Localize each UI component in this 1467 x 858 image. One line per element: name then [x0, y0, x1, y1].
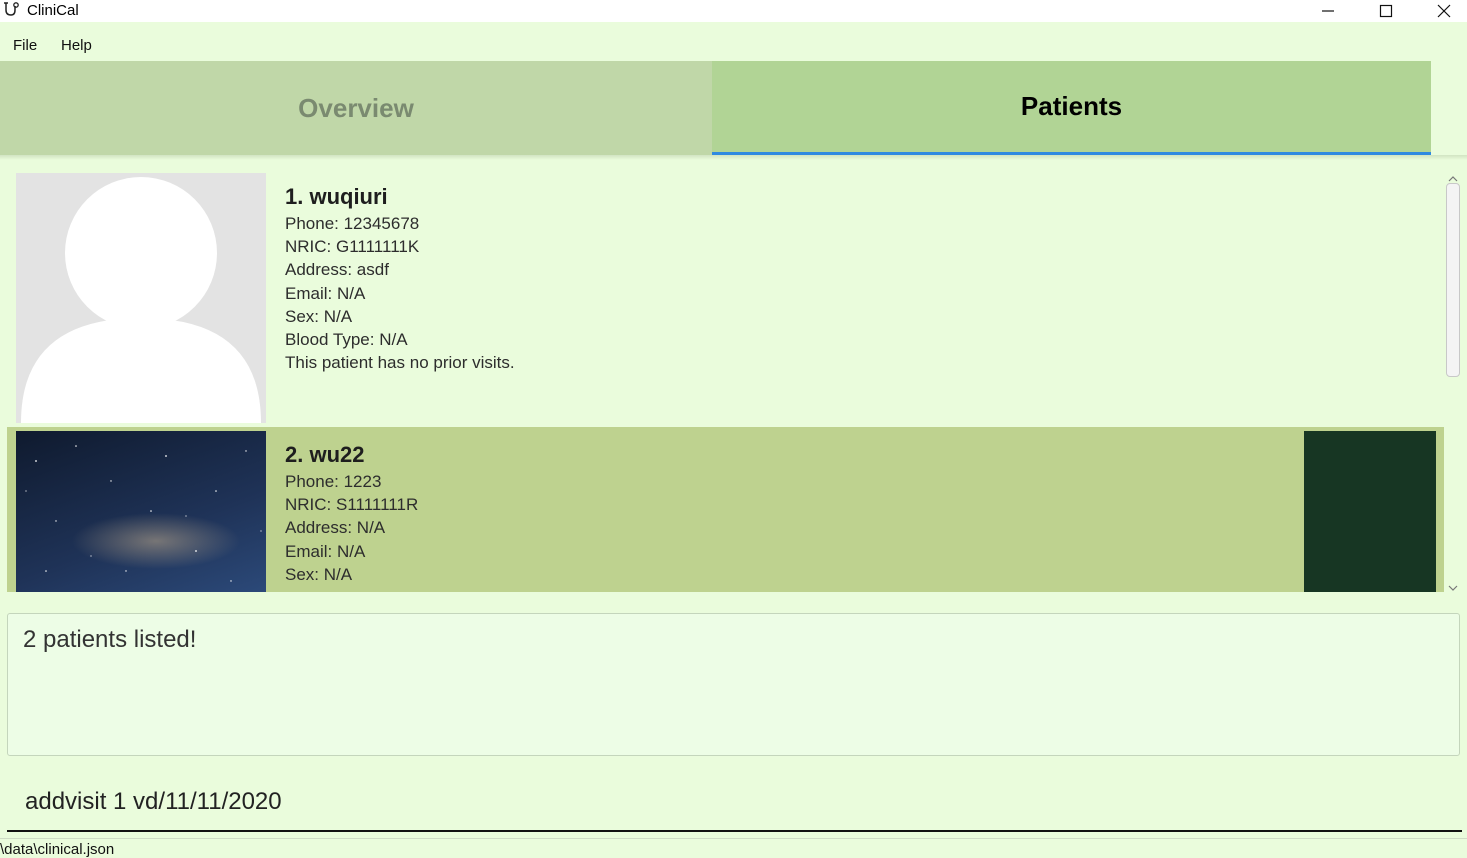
patient-email: Email: N/A	[285, 284, 366, 303]
patient-nric: NRIC: G1111111K	[285, 237, 420, 256]
patient-phone: Phone: 12345678	[285, 214, 420, 233]
patient-email: Email: N/A	[285, 542, 366, 561]
close-icon	[1437, 4, 1451, 18]
scrollbar[interactable]	[1444, 169, 1462, 592]
stethoscope-icon	[2, 1, 22, 21]
menu-file[interactable]: File	[13, 37, 37, 54]
command-box	[7, 778, 1462, 832]
command-input[interactable]	[25, 786, 1425, 818]
menu-help[interactable]: Help	[61, 37, 92, 54]
close-button[interactable]	[1415, 0, 1467, 22]
tab-divider	[0, 155, 1467, 160]
patient-photo	[16, 431, 266, 592]
patient-name: 2. wu22	[285, 442, 365, 467]
patient-address: Address: asdf	[285, 260, 389, 279]
patient-visits: This patient has no prior visits.	[285, 353, 515, 372]
patient-name: 1. wuqiuri	[285, 184, 388, 209]
visit-panel	[1304, 431, 1436, 592]
result-display[interactable]: 2 patients listed!	[7, 613, 1460, 756]
scroll-up-icon[interactable]	[1447, 171, 1459, 182]
scroll-down-icon[interactable]	[1447, 580, 1459, 591]
patient-address: Address: N/A	[285, 518, 386, 537]
patient-phone: Phone: 1223	[285, 472, 382, 491]
minimize-icon	[1322, 10, 1334, 12]
minimize-button[interactable]	[1299, 0, 1357, 22]
scroll-thumb[interactable]	[1446, 183, 1460, 377]
patient-list[interactable]: 1. wuqiuri Phone: 12345678 NRIC: G111111…	[7, 169, 1444, 592]
status-bar: \data\clinical.json	[0, 838, 1467, 858]
patient-card[interactable]: 1. wuqiuri Phone: 12345678 NRIC: G111111…	[7, 169, 1444, 427]
tab-bar: Overview Patients	[0, 61, 1431, 155]
window-title: CliniCal	[27, 2, 79, 19]
patient-sex: Sex: N/A	[285, 565, 353, 584]
menu-bar: File Help	[0, 29, 1467, 61]
maximize-button[interactable]	[1357, 0, 1415, 22]
patient-nric: NRIC: S1111111R	[285, 495, 419, 514]
title-bar: CliniCal	[0, 0, 1467, 22]
patient-sex: Sex: N/A	[285, 307, 353, 326]
file-path: \data\clinical.json	[0, 841, 115, 858]
patient-card[interactable]: 2. wu22 Phone: 1223 NRIC: S1111111R Addr…	[7, 427, 1444, 592]
tab-overview[interactable]: Overview	[0, 61, 712, 155]
result-message: 2 patients listed!	[23, 626, 197, 653]
maximize-icon	[1379, 4, 1393, 18]
patient-blood-type: Blood Type: N/A	[285, 330, 408, 349]
default-avatar-icon	[16, 173, 266, 423]
tab-patients[interactable]: Patients	[712, 61, 1431, 155]
